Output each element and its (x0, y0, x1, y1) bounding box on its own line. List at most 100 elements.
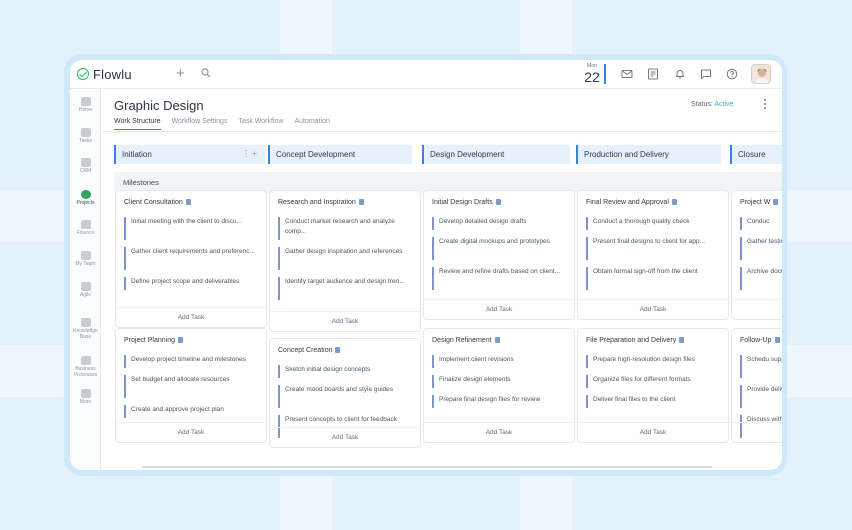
stage-header[interactable]: Initiation ⋮ + (114, 145, 265, 164)
milestone-title[interactable]: Project Planning (124, 337, 183, 344)
document-icon[interactable] (679, 337, 685, 343)
task-item[interactable]: Obtain formal sign-off from the client (586, 267, 718, 290)
tab-workflow-settings[interactable]: Workflow Settings (172, 118, 228, 130)
task-item[interactable]: Initial meeting with the client to discu… (124, 217, 256, 240)
task-item[interactable]: Gather client requirements and preferenc… (124, 247, 256, 270)
tab-work-structure[interactable]: Work Structure (114, 118, 161, 130)
add-task-button[interactable]: Add Task (424, 299, 574, 319)
task-item[interactable]: Gather design inspiration and references (278, 247, 410, 270)
date-widget[interactable]: Mon 22 (581, 63, 603, 84)
task-item[interactable]: Deliver final files to the client (586, 395, 718, 408)
document-icon[interactable] (495, 199, 501, 205)
sidebar-item-knowledge-base[interactable]: Knowledge Base (70, 318, 101, 340)
sidebar-item-agile[interactable]: Agile (70, 282, 101, 298)
sidebar-item-business-processes[interactable]: Business Processes (70, 356, 101, 378)
tab-automation[interactable]: Automation (294, 118, 329, 130)
logo[interactable]: Flowlu (77, 67, 132, 82)
more-icon (80, 389, 91, 398)
stage-header[interactable]: Production and Delivery (576, 145, 721, 164)
task-item[interactable]: Provide delivery (740, 385, 782, 408)
add-task-button[interactable]: Add Task (732, 299, 782, 319)
task-item[interactable]: Set budget and allocate resources (124, 375, 256, 398)
add-task-button[interactable]: Add Task (578, 422, 728, 442)
sidebar-item-my-team[interactable]: My Team (70, 251, 101, 267)
task-item[interactable]: Conduc (740, 217, 782, 230)
task-item[interactable]: Review and refine drafts based on client… (432, 267, 564, 290)
task-item[interactable]: Define project scope and deliverables (124, 277, 256, 290)
document-icon[interactable] (177, 337, 183, 343)
document-icon[interactable] (647, 68, 659, 80)
milestone-title[interactable]: Design Refinement (432, 337, 500, 344)
task-item[interactable]: Prepare high-resolution design files (586, 355, 718, 368)
document-icon[interactable] (358, 199, 364, 205)
task-item[interactable]: Create and approve project plan (124, 405, 256, 418)
document-icon[interactable] (774, 337, 780, 343)
document-icon[interactable] (773, 199, 779, 205)
add-task-button[interactable]: Add Task (116, 307, 266, 327)
task-item[interactable]: Schedu support (740, 355, 782, 378)
stage-header[interactable]: Design Development (422, 145, 570, 164)
milestone-card: Final Review and Approval Conduct a thoro… (577, 190, 729, 320)
add-task-button[interactable]: Add Task (270, 427, 420, 447)
plus-icon[interactable]: + (176, 65, 185, 82)
chat-icon[interactable] (700, 68, 712, 80)
task-item[interactable]: Create mood boards and style guides (278, 385, 410, 408)
stage-header[interactable]: Closure (730, 145, 782, 164)
document-icon[interactable] (494, 337, 500, 343)
task-item[interactable]: Gather testimo (740, 237, 782, 260)
milestone-title[interactable]: Final Review and Approval (586, 199, 677, 206)
task-item[interactable]: Prepare final design files for review (432, 395, 564, 408)
sidebar-item-label: Knowledge Base (73, 328, 98, 340)
document-icon[interactable] (671, 199, 677, 205)
add-task-button[interactable]: Add Task (732, 422, 782, 442)
add-task-button[interactable]: Add Task (424, 422, 574, 442)
add-task-button[interactable]: Add Task (116, 422, 266, 442)
sidebar-item-tasks[interactable]: Tasks (70, 128, 101, 144)
task-item[interactable]: Create digital mockups and prototypes (432, 237, 564, 260)
task-item[interactable]: Conduct market research and analyze comp… (278, 217, 410, 240)
sidebar-item-projects[interactable]: Projects (70, 190, 101, 206)
milestone-title[interactable]: Initial Design Drafts (432, 199, 501, 206)
milestone-title[interactable]: Client Consultation (124, 199, 191, 206)
task-item[interactable]: Sketch initial design concepts (278, 365, 410, 378)
stage-header[interactable]: Concept Development (268, 145, 412, 164)
task-item[interactable]: Present final designs to client for app.… (586, 237, 718, 260)
add-task-button[interactable]: Add Task (270, 311, 420, 331)
help-icon[interactable] (726, 68, 738, 80)
stage-controls[interactable]: ⋮ + (242, 149, 257, 158)
task-item[interactable]: Develop project timeline and milestones (124, 355, 256, 368)
date-divider (604, 64, 606, 84)
stage-name: Design Development (430, 150, 505, 159)
milestone-title[interactable]: Project W (740, 199, 779, 206)
task-item[interactable]: Implement client revisions (432, 355, 564, 368)
more-menu-icon[interactable] (764, 99, 767, 109)
sidebar-item-more[interactable]: More (70, 389, 101, 405)
knowledge-icon (80, 318, 91, 327)
task-item[interactable]: Archive docume (740, 267, 782, 290)
document-icon[interactable] (335, 347, 341, 353)
sidebar-item-crm[interactable]: CRM (70, 158, 101, 174)
horizontal-scrollbar[interactable] (142, 466, 712, 468)
milestone-card: Concept Creation Sketch initial design co… (269, 338, 421, 448)
milestone-title[interactable]: File Preparation and Delivery (586, 337, 685, 344)
add-task-button[interactable]: Add Task (578, 299, 728, 319)
sidebar-item-finance[interactable]: Finance (70, 220, 101, 236)
milestone-title[interactable]: Concept Creation (278, 347, 341, 354)
sidebar-item-home[interactable]: Home (70, 97, 101, 113)
task-item[interactable]: Finalize design elements (432, 375, 564, 388)
stage-name: Production and Delivery (584, 150, 669, 159)
task-item[interactable]: Conduct a thorough quality check (586, 217, 718, 230)
mail-icon[interactable] (621, 68, 633, 80)
search-icon[interactable] (201, 68, 211, 78)
document-icon[interactable] (185, 199, 191, 205)
task-item[interactable]: Develop detailed design drafts (432, 217, 564, 230)
avatar[interactable] (751, 64, 771, 84)
milestone-title[interactable]: Research and Inspiration (278, 199, 364, 206)
bell-icon[interactable] (674, 68, 686, 80)
task-item[interactable]: Identify target audience and design tren… (278, 277, 410, 300)
tab-task-workflow[interactable]: Task Workflow (238, 118, 283, 130)
milestone-title[interactable]: Follow-Up (740, 337, 780, 344)
app-name: Flowlu (93, 66, 132, 82)
task-item[interactable]: Organize files for different formats (586, 375, 718, 388)
project-status[interactable]: Status: Active (691, 101, 733, 108)
